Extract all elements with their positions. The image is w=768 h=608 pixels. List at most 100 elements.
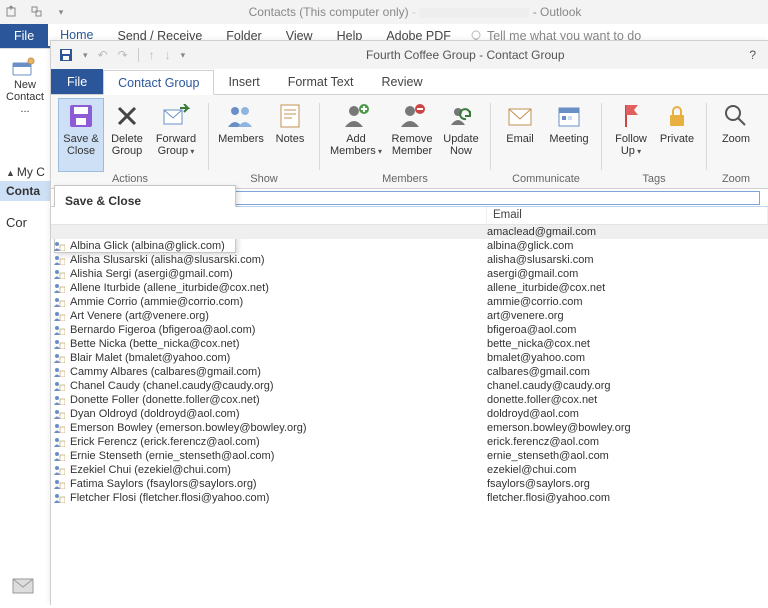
member-row[interactable]: Dyan Oldroyd (doldroyd@aol.com)doldroyd@… [51,407,768,421]
add-members-button[interactable]: Add Members [327,99,385,171]
ribbon-group-zoom-label: Zoom [714,171,758,188]
mail-nav-icon[interactable] [12,578,34,594]
member-row[interactable]: Bernardo Figeroa (bfigeroa@aol.com)bfige… [51,323,768,337]
member-email: chanel.caudy@caudy.org [487,380,768,392]
column-header-name[interactable]: x [51,207,487,224]
main-tab-file[interactable]: File [0,24,48,48]
popup-prev-icon[interactable]: ↑ [149,48,155,62]
member-row[interactable]: Ezekiel Chui (ezekiel@chui.com)ezekiel@c… [51,463,768,477]
contact-icon [53,451,67,461]
popup-tab-format-text[interactable]: Format Text [274,69,368,94]
member-row[interactable]: Chanel Caudy (chanel.caudy@caudy.org)cha… [51,379,768,393]
help-button[interactable]: ? [745,48,760,62]
popup-undo-icon[interactable]: ↶ [98,48,108,62]
popup-next-icon[interactable]: ↓ [165,48,171,62]
contact-icon [53,283,67,293]
remove-member-button[interactable]: Remove Member [387,99,437,171]
main-title-left: Contacts (This computer only) [249,5,409,19]
ribbon-group-communicate: Email Meeting Communicate [494,99,598,188]
member-row[interactable]: Bette Nicka (bette_nicka@cox.net)bette_n… [51,337,768,351]
popup-tab-insert[interactable]: Insert [214,69,273,94]
account-name-redacted [419,8,529,18]
forward-group-button[interactable]: Forward Group [151,99,201,171]
member-name: Cammy Albares (calbares@gmail.com) [70,366,487,378]
qat-send-receive-icon[interactable] [6,5,20,19]
popup-ribbon-tabs: File Contact Group Insert Format Text Re… [51,69,768,95]
qat-undo-icon[interactable] [30,5,44,19]
contact-icon [53,479,67,489]
email-button[interactable]: Email [498,99,542,171]
contact-icon [53,423,67,433]
contact-icon [53,325,67,335]
contact-icon [53,381,67,391]
member-row[interactable]: Art Venere (art@venere.org)art@venere.or… [51,309,768,323]
save-and-close-button[interactable]: Save & Close [59,99,103,171]
members-list: x Email amaclead@gmail.comAlbina Glick (… [51,207,768,605]
member-name: Fatima Saylors (fsaylors@saylors.org) [70,478,487,490]
contact-icon [53,409,67,419]
member-row[interactable]: Emerson Bowley (emerson.bowley@bowley.or… [51,421,768,435]
member-name: Bernardo Figeroa (bfigeroa@aol.com) [70,324,487,336]
member-email: fletcher.flosi@yahoo.com [487,492,768,504]
member-row[interactable]: Cammy Albares (calbares@gmail.com)calbar… [51,365,768,379]
ribbon-group-members: Add Members Remove Member Update Now Mem… [323,99,487,188]
cor-folder-row[interactable]: Cor [0,201,50,233]
popup-ribbon: Save & Close Delete Group Forward Group … [51,95,768,189]
new-contact-group-button[interactable]: New Contact ... [0,49,50,123]
member-row[interactable]: Fletcher Flosi (fletcher.flosi@yahoo.com… [51,491,768,505]
member-row[interactable]: Alishia Sergi (asergi@gmail.com)asergi@g… [51,267,768,281]
members-rows-container: amaclead@gmail.comAlbina Glick (albina@g… [51,225,768,505]
popup-save-icon[interactable] [59,48,73,62]
new-contact-group-label: New Contact ... [4,79,46,115]
member-row[interactable]: Albina Glick (albina@glick.com)albina@gl… [51,239,768,253]
popup-tab-review[interactable]: Review [367,69,436,94]
contact-icon [53,269,67,279]
private-button[interactable]: Private [655,99,699,171]
follow-up-button[interactable]: Follow Up [609,99,653,171]
member-email: ezekiel@chui.com [487,464,768,476]
member-row[interactable]: amaclead@gmail.com [51,225,768,239]
contact-icon [53,437,67,447]
meeting-button[interactable]: Meeting [544,99,594,171]
member-row[interactable]: Blair Malet (bmalet@yahoo.com)bmalet@yah… [51,351,768,365]
contact-icon [53,255,67,265]
member-name: Alisha Slusarski (alisha@slusarski.com) [70,254,487,266]
qat-dropdown-icon[interactable]: ▾ [54,5,68,19]
member-row[interactable]: Erick Ferencz (erick.ferencz@aol.com)eri… [51,435,768,449]
group-name-input[interactable] [231,191,760,205]
main-left-column: New Contact ... ▲My C Conta Cor [0,48,50,608]
popup-tab-file[interactable]: File [51,69,103,94]
member-name: Ammie Corrio (ammie@corrio.com) [70,296,487,308]
ribbon-group-actions: Save & Close Delete Group Forward Group … [55,99,205,188]
delete-group-button[interactable]: Delete Group [105,99,149,171]
update-now-button[interactable]: Update Now [439,99,483,171]
popup-tab-contact-group[interactable]: Contact Group [103,70,214,95]
member-row[interactable]: Fatima Saylors (fsaylors@saylors.org)fsa… [51,477,768,491]
member-row[interactable]: Donette Foller (donette.foller@cox.net)d… [51,393,768,407]
contact-group-window: ▾ ↶ ↷ ↑ ↓ ▾ Fourth Coffee Group - Contac… [50,40,768,605]
member-name: Donette Foller (donette.foller@cox.net) [70,394,487,406]
member-email: bmalet@yahoo.com [487,352,768,364]
contact-icon [53,465,67,475]
ribbon-group-tags: Follow Up Private Tags [605,99,703,188]
ribbon-group-show: Members Notes Show [212,99,316,188]
my-contacts-header[interactable]: ▲My C [0,161,50,181]
ribbon-group-tags-label: Tags [609,171,699,188]
popup-redo-icon[interactable]: ↷ [118,48,128,62]
notes-button[interactable]: Notes [268,99,312,171]
member-name: Art Venere (art@venere.org) [70,310,487,322]
member-row[interactable]: Ammie Corrio (ammie@corrio.com)ammie@cor… [51,295,768,309]
members-button[interactable]: Members [216,99,266,171]
zoom-button[interactable]: Zoom [714,99,758,171]
column-header-email[interactable]: Email [487,207,768,224]
contacts-folder-row[interactable]: Conta [0,181,50,201]
member-row[interactable]: Ernie Stenseth (ernie_stenseth@aol.com)e… [51,449,768,463]
member-email: emerson.bowley@bowley.org [487,422,768,434]
member-row[interactable]: Allene Iturbide (allene_iturbide@cox.net… [51,281,768,295]
member-name: Ezekiel Chui (ezekiel@chui.com) [70,464,487,476]
member-email: fsaylors@saylors.org [487,478,768,490]
contact-icon [53,493,67,503]
member-row[interactable]: Alisha Slusarski (alisha@slusarski.com)a… [51,253,768,267]
member-name: Allene Iturbide (allene_iturbide@cox.net… [70,282,487,294]
popup-qat-dropdown-icon[interactable]: ▾ [83,50,88,61]
